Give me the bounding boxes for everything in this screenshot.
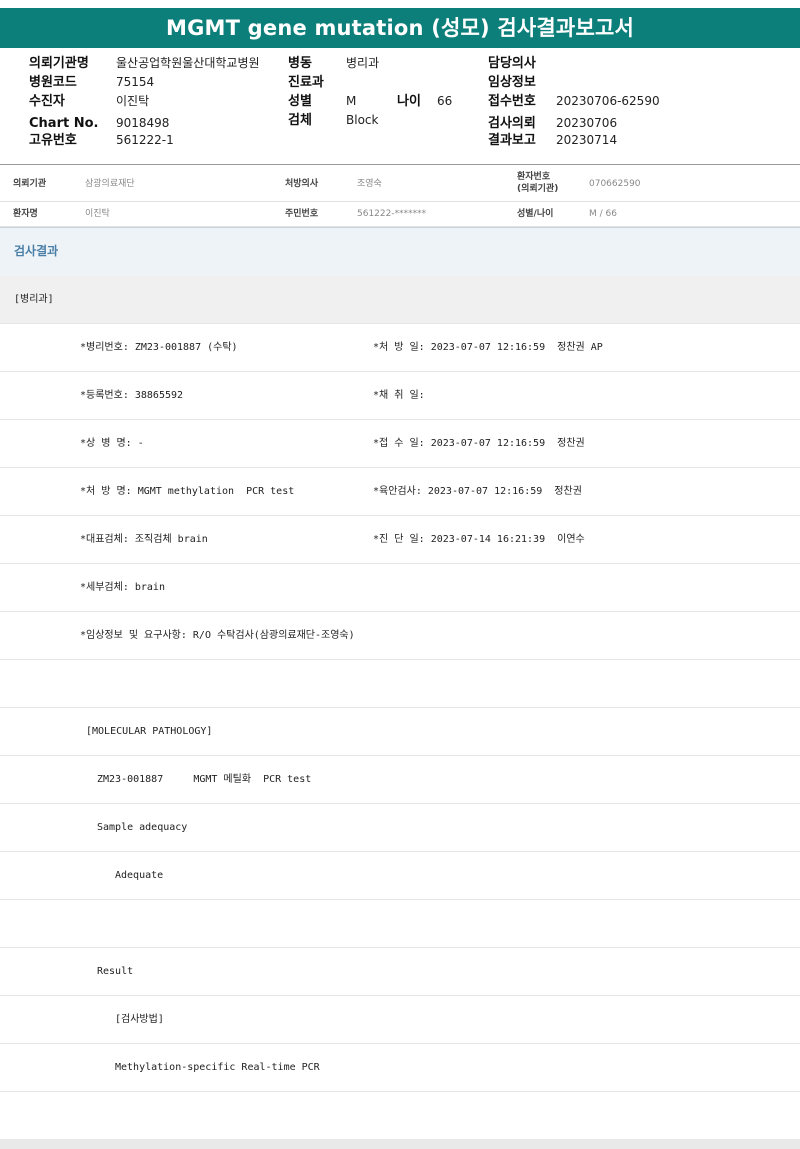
row-text: *병리번호: ZM23-001887 (수탁) <box>80 342 238 353</box>
row-text: [병리과] <box>14 294 54 305</box>
label-sex: 성별 <box>288 94 312 109</box>
label-patient-name: 환자명 <box>13 209 38 219</box>
info-row: 의뢰기관 삼광의료재단 처방의사 조영숙 환자번호 (의뢰기관) 0706625… <box>0 169 800 202</box>
result-rows: [병리과] *병리번호: ZM23-001887 (수탁) *처 방 일: 202… <box>0 276 800 1140</box>
label-accession-no: 접수번호 <box>488 94 536 109</box>
label-institution: 의뢰기관 <box>13 179 47 189</box>
table-row: *임상정보 및 요구사항: R/O 수탁검사(삼광의료재단-조영숙) <box>0 612 800 660</box>
table-row: Adequate <box>0 852 800 900</box>
table-row <box>0 900 800 948</box>
bottom-bar <box>0 1139 800 1149</box>
table-row: [검사방법] <box>0 996 800 1044</box>
row-text-right: *채 취 일: <box>373 390 425 401</box>
value-institution: 삼광의료재단 <box>85 179 135 189</box>
row-text: Adequate <box>115 870 164 881</box>
label-attending-doctor: 담당의사 <box>488 56 536 71</box>
table-row <box>0 1092 800 1140</box>
header-divider <box>0 164 800 165</box>
label-patient: 수진자 <box>29 94 65 109</box>
row-text-right: *육안검사: 2023-07-07 12:16:59 정찬권 <box>373 486 582 497</box>
label-requesting-institution: 의뢰기관명 <box>29 56 89 71</box>
row-text: [MOLECULAR PATHOLOGY] <box>86 726 213 737</box>
table-row: *대표검체: 조직검체 brain *진 단 일: 2023-07-14 16:2… <box>0 516 800 564</box>
report-header: 의뢰기관명 울산공업학원울산대학교병원 병원코드 75154 수진자 이진탁 C… <box>0 54 800 162</box>
row-text: [검사방법] <box>115 1014 164 1025</box>
table-row: ZM23-001887 MGMT 메틸화 PCR test <box>0 756 800 804</box>
value-patient-number: 070662590 <box>589 179 641 189</box>
value-patient-name: 이진탁 <box>85 209 110 219</box>
table-row: *등록번호: 38865592 *채 취 일: <box>0 372 800 420</box>
row-text-right: *진 단 일: 2023-07-14 16:21:39 이연수 <box>373 534 585 545</box>
info-row: 환자명 이진탁 주민번호 561222-******* 성별/나이 M / 66 <box>0 202 800 227</box>
row-text-right: *접 수 일: 2023-07-07 12:16:59 정찬권 <box>373 438 585 449</box>
value-result-report: 20230714 <box>556 133 618 147</box>
row-text: *임상정보 및 요구사항: R/O 수탁검사(삼광의료재단-조영숙) <box>80 630 355 641</box>
label-clinical-info: 임상정보 <box>488 75 536 90</box>
report-title: MGMT gene mutation (성모) 검사결과보고서 <box>0 8 800 48</box>
label-hospital-code: 병원코드 <box>29 75 77 90</box>
label-result-report: 결과보고 <box>488 133 536 148</box>
row-text: *대표검체: 조직검체 brain <box>80 534 208 545</box>
table-row: *병리번호: ZM23-001887 (수탁) *처 방 일: 2023-07-0… <box>0 324 800 372</box>
patient-info-table: 의뢰기관 삼광의료재단 처방의사 조영숙 환자번호 (의뢰기관) 0706625… <box>0 169 800 227</box>
table-row <box>0 660 800 708</box>
label-resident-no: 주민번호 <box>285 209 319 219</box>
table-row: *상 병 명: - *접 수 일: 2023-07-07 12:16:59 정찬권 <box>0 420 800 468</box>
value-specimen: Block <box>346 113 379 127</box>
result-section-header: 검사결과 <box>0 227 800 277</box>
label-patient-number-sub: (의뢰기관) <box>517 184 559 194</box>
label-prescriber: 처방의사 <box>285 179 319 189</box>
label-ward: 병동 <box>288 56 312 71</box>
row-text: *등록번호: 38865592 <box>80 390 184 401</box>
row-text: Methylation-specific Real-time PCR <box>115 1062 320 1073</box>
value-hospital-code: 75154 <box>116 75 155 89</box>
label-department: 진료과 <box>288 75 324 90</box>
table-row: Methylation-specific Real-time PCR <box>0 1044 800 1092</box>
value-age: 66 <box>437 94 453 108</box>
row-text: *상 병 명: - <box>80 438 144 449</box>
value-resident-no: 561222-******* <box>357 209 427 219</box>
value-prescriber: 조영숙 <box>357 179 382 189</box>
row-text: ZM23-001887 MGMT 메틸화 PCR test <box>97 774 312 785</box>
table-row: [병리과] <box>0 276 800 324</box>
row-text: *세부검체: brain <box>80 582 165 593</box>
label-specimen: 검체 <box>288 113 312 128</box>
row-text: Result <box>97 966 134 977</box>
value-accession-no: 20230706-62590 <box>556 94 660 108</box>
value-unique-no: 561222-1 <box>116 133 174 147</box>
row-text-right: *처 방 일: 2023-07-07 12:16:59 정찬권 AP <box>373 342 603 353</box>
value-sex-age: M / 66 <box>589 209 617 219</box>
value-sex: M <box>346 94 357 108</box>
label-sex-age: 성별/나이 <box>517 209 554 219</box>
row-text: Sample adequacy <box>97 822 188 833</box>
table-row: *세부검체: brain <box>0 564 800 612</box>
result-heading: 검사결과 <box>14 244 59 258</box>
value-requesting-institution: 울산공업학원울산대학교병원 <box>116 56 260 70</box>
label-patient-number: 환자번호 <box>517 172 551 182</box>
value-ward: 병리과 <box>346 56 380 70</box>
table-row: *처 방 명: MGMT methylation PCR test *육안검사: … <box>0 468 800 516</box>
table-row: Sample adequacy <box>0 804 800 852</box>
table-row: [MOLECULAR PATHOLOGY] <box>0 708 800 756</box>
label-unique-no: 고유번호 <box>29 133 77 148</box>
row-text: *처 방 명: MGMT methylation PCR test <box>80 486 295 497</box>
label-age: 나이 <box>397 94 421 109</box>
value-patient: 이진탁 <box>116 94 150 108</box>
table-row: Result <box>0 948 800 996</box>
